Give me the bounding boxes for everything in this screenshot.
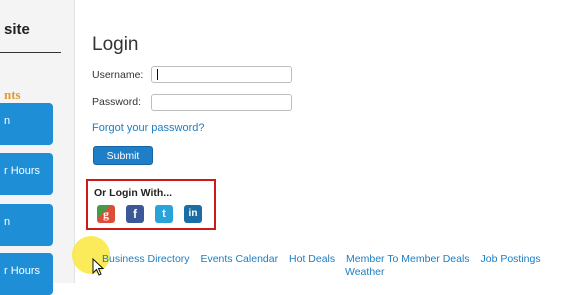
sidebar-button-4[interactable]: r Hours [0,253,53,295]
password-label: Password: [92,96,142,108]
footer-link-business-directory[interactable]: Business Directory [102,253,190,265]
footer-link-events-calendar[interactable]: Events Calendar [200,253,278,265]
text-caret [157,69,158,80]
forgot-password-link[interactable]: Forgot your password? [92,122,205,134]
linkedin-icon[interactable]: in [184,205,202,223]
username-field[interactable] [151,66,292,83]
sidebar-button-1[interactable]: n [0,103,53,145]
login-heading: Login [92,34,139,55]
social-login-box: Or Login With... g f t in [86,179,216,230]
sidebar: site nts n r Hours n r Hours [0,0,75,295]
twitter-icon[interactable]: t [155,205,173,223]
title-divider [0,52,61,53]
password-field[interactable] [151,94,292,111]
social-login-label: Or Login With... [94,187,173,199]
footer-nav: Business Directory Events Calendar Hot D… [102,253,549,265]
footer-link-member-deals[interactable]: Member To Member Deals [346,253,470,265]
username-label: Username: [92,69,144,81]
footer-link-hot-deals[interactable]: Hot Deals [289,253,335,265]
sidebar-button-3[interactable]: n [0,204,53,246]
footer-link-job-postings[interactable]: Job Postings [480,253,540,265]
sidebar-heading: nts [4,87,21,102]
google-icon[interactable]: g [97,205,115,223]
site-title: site [4,21,30,38]
mouse-cursor-icon [92,258,105,276]
facebook-icon[interactable]: f [126,205,144,223]
footer-link-weather[interactable]: Weather [345,266,385,278]
submit-button[interactable]: Submit [93,146,153,165]
sidebar-button-2[interactable]: r Hours [0,153,53,195]
